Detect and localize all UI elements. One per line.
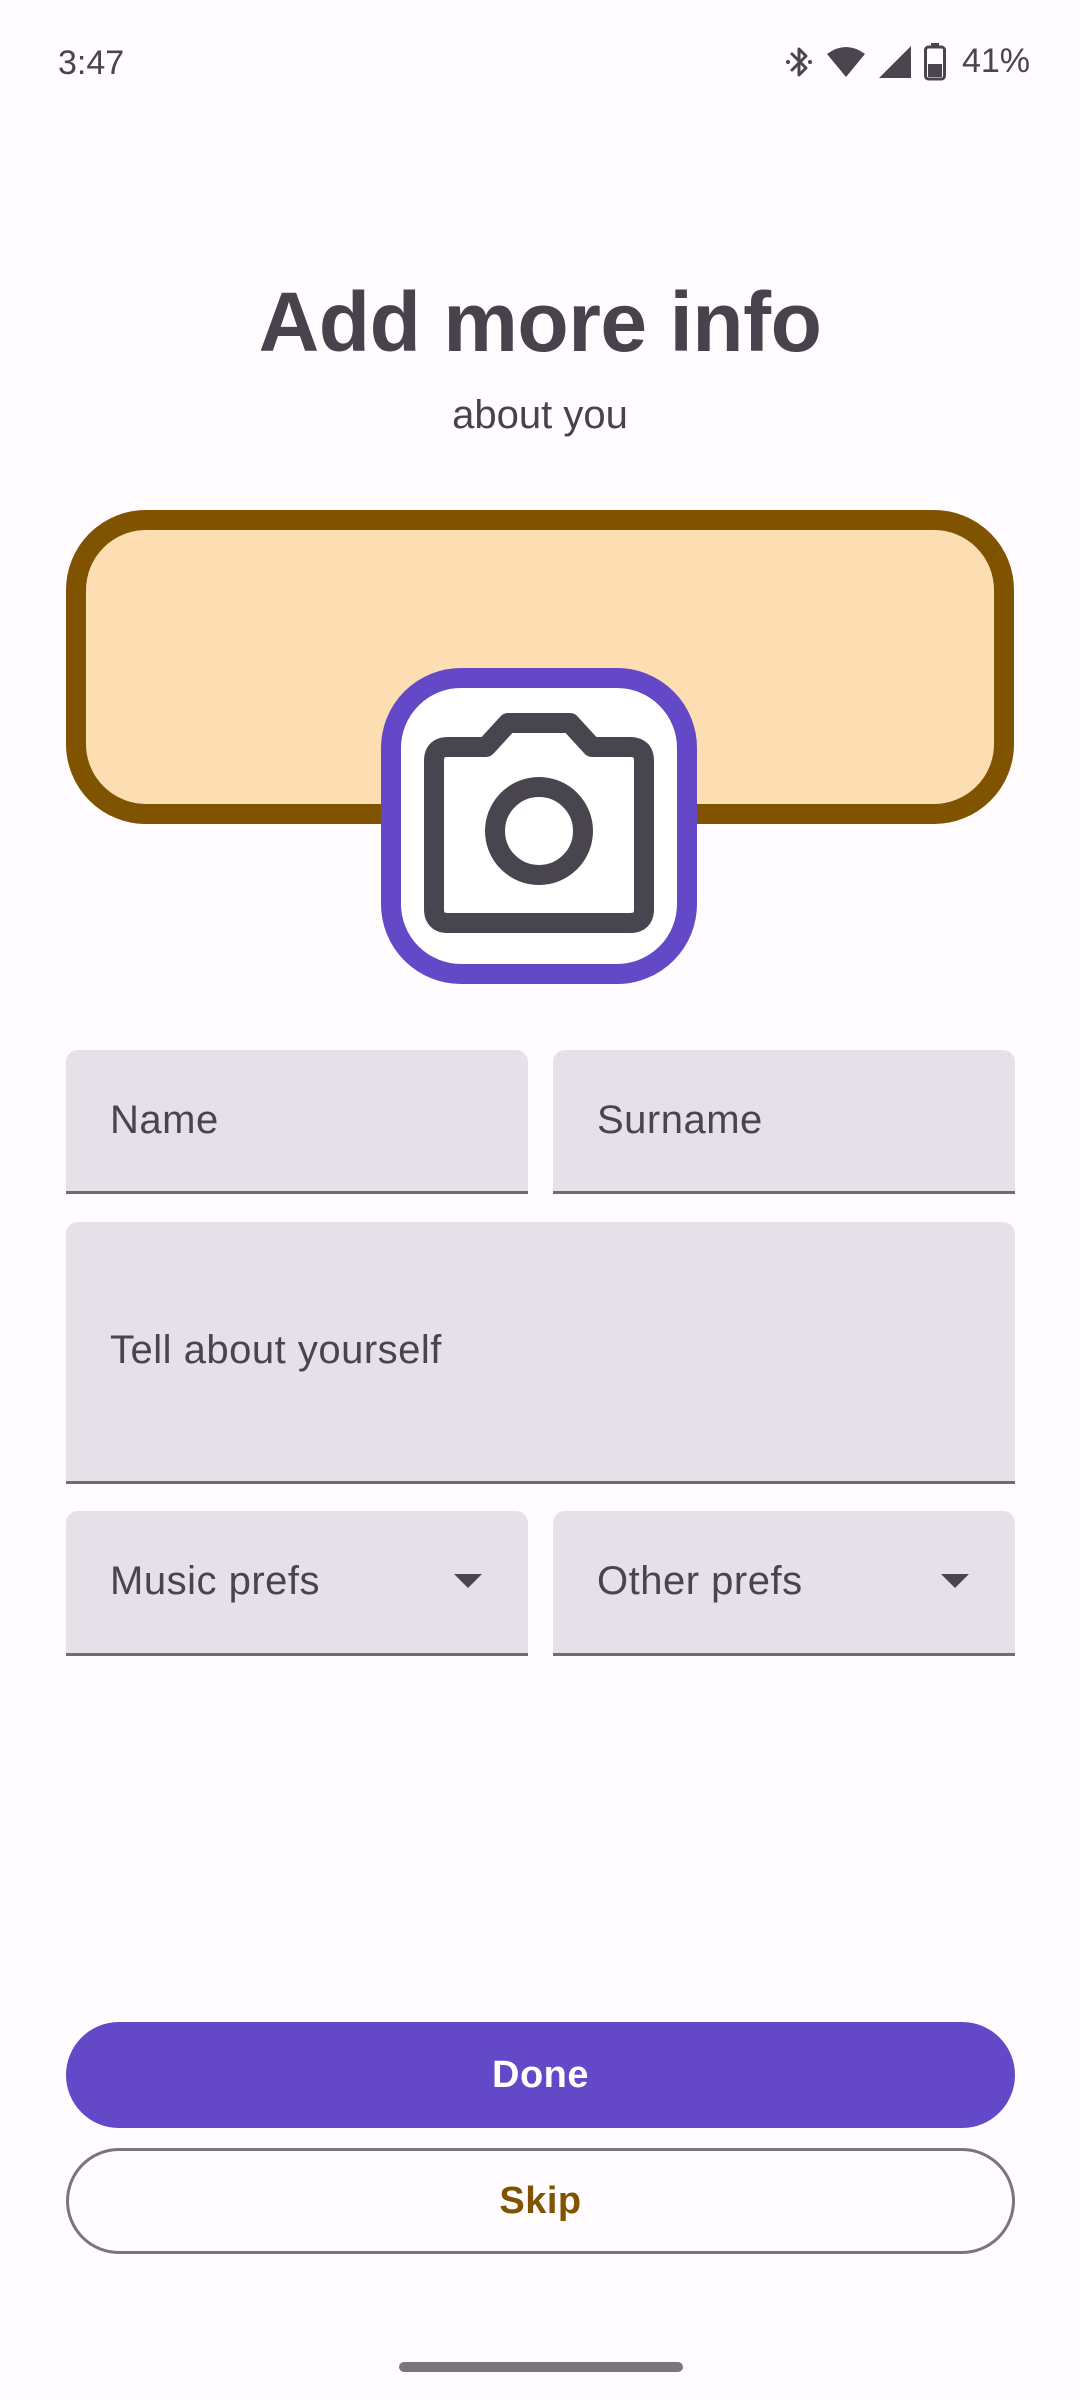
music-prefs-dropdown[interactable]: Music prefs	[66, 1511, 528, 1656]
done-button[interactable]: Done	[66, 2022, 1015, 2128]
battery-percentage: 41%	[961, 42, 1030, 80]
other-prefs-dropdown[interactable]: Other prefs	[553, 1511, 1015, 1656]
about-yourself-field[interactable]: Tell about yourself	[66, 1222, 1015, 1484]
skip-button[interactable]: Skip	[66, 2148, 1015, 2254]
page-subtitle: about you	[452, 393, 628, 437]
name-field[interactable]: Name	[66, 1050, 528, 1194]
name-field-label: Name	[110, 1098, 219, 1142]
camera-icon	[414, 709, 664, 944]
about-yourself-field-label: Tell about yourself	[110, 1328, 442, 1372]
status-bar: 3:47 41%	[0, 0, 1080, 130]
surname-field[interactable]: Surname	[553, 1050, 1015, 1194]
surname-field-label: Surname	[597, 1098, 763, 1142]
music-prefs-label: Music prefs	[110, 1559, 320, 1603]
battery-icon	[923, 42, 946, 81]
chevron-down-icon	[941, 1574, 969, 1588]
page-title: Add more info	[258, 275, 822, 369]
status-time: 3:47	[58, 44, 125, 82]
chevron-down-icon	[454, 1574, 482, 1588]
other-prefs-label: Other prefs	[597, 1559, 803, 1603]
add-photo-button[interactable]	[381, 668, 697, 984]
wifi-icon	[826, 44, 866, 80]
cell-signal-icon	[878, 45, 912, 79]
bluetooth-icon	[784, 44, 814, 80]
home-indicator[interactable]	[399, 2362, 683, 2372]
status-icons: 41%	[784, 42, 1030, 81]
